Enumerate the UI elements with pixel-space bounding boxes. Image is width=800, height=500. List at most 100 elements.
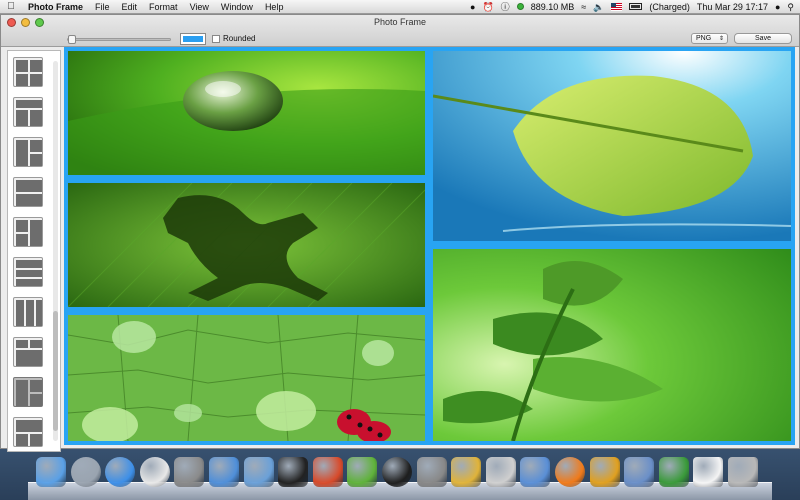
- layout-thumbnail[interactable]: [13, 297, 43, 327]
- layout-thumbnail[interactable]: [13, 377, 43, 407]
- layout-cell: [16, 194, 42, 206]
- window-title: Photo Frame: [373, 17, 427, 27]
- layout-cell: [30, 394, 42, 406]
- flash-icon[interactable]: [312, 457, 343, 487]
- waterdrop-leaf-photo[interactable]: [68, 51, 425, 175]
- layout-cell: [16, 340, 28, 348]
- calculator-icon[interactable]: [485, 457, 516, 487]
- wet-leaf-ladybugs-photo[interactable]: [68, 315, 425, 441]
- menu-format[interactable]: Format: [143, 2, 184, 12]
- layout-cell: [36, 300, 42, 326]
- preview-icon[interactable]: [520, 457, 551, 487]
- layout-cell: [16, 74, 28, 86]
- app-menu[interactable]: Photo Frame: [22, 2, 89, 12]
- format-value: PNG: [696, 35, 712, 42]
- firefox-icon[interactable]: [555, 457, 585, 487]
- system-preferences-icon[interactable]: [174, 457, 205, 487]
- waterdrop-leaf-image: [68, 51, 425, 175]
- menu-window[interactable]: Window: [215, 2, 259, 12]
- frame-color-well[interactable]: [180, 33, 206, 45]
- trash-icon[interactable]: [728, 457, 758, 487]
- layout-cell: [16, 270, 42, 277]
- stocks-icon[interactable]: [416, 457, 447, 487]
- xcode-instruments-icon[interactable]: [243, 457, 274, 487]
- input-source-flag-icon[interactable]: [611, 2, 623, 11]
- layout-cell: [16, 380, 28, 406]
- floating-leaf-water-image: [433, 51, 791, 241]
- frog-silhouette-image: [68, 183, 425, 307]
- menu-help[interactable]: Help: [259, 2, 290, 12]
- timer-icon[interactable]: ⏰: [482, 2, 493, 12]
- battery-status[interactable]: (Charged): [649, 2, 690, 12]
- layout-cell: [30, 140, 42, 152]
- layout-cell: [26, 300, 34, 326]
- slider-knob[interactable]: [68, 35, 76, 44]
- chrome-icon[interactable]: [139, 457, 170, 487]
- battery-icon[interactable]: [629, 3, 643, 10]
- menu-edit[interactable]: Edit: [116, 2, 144, 12]
- finder-icon[interactable]: [36, 457, 66, 487]
- info-icon[interactable]: ⓘ: [501, 2, 510, 12]
- layout-thumbnail[interactable]: [13, 97, 43, 127]
- layout-thumbnail[interactable]: [13, 257, 43, 287]
- layout-thumbnail[interactable]: [13, 337, 43, 367]
- dock: [28, 451, 772, 500]
- launchpad-icon[interactable]: [70, 457, 101, 487]
- border-width-slider[interactable]: [67, 35, 171, 44]
- layout-cell: [30, 154, 42, 166]
- wunderlist-icon[interactable]: [451, 457, 482, 487]
- spotlight-search-icon[interactable]: ⚲: [787, 2, 794, 12]
- layout-cell: [30, 380, 42, 392]
- apple-icon[interactable]: : [0, 1, 22, 12]
- layout-thumbnail[interactable]: [13, 177, 43, 207]
- menu-extra-icon[interactable]: ●: [470, 2, 475, 12]
- layout-cell: [16, 140, 28, 166]
- memory-readout[interactable]: 889.10 MB: [531, 2, 575, 12]
- green-plant-image: [433, 249, 791, 441]
- layout-thumbnail[interactable]: [13, 417, 43, 447]
- rounded-checkbox[interactable]: [212, 35, 220, 43]
- layout-cell: [16, 234, 28, 246]
- layout-thumbnail[interactable]: [13, 57, 43, 87]
- xcode-icon[interactable]: [209, 457, 239, 487]
- layout-cell: [30, 340, 42, 348]
- layout-thumbnail[interactable]: [13, 137, 43, 167]
- layout-cell: [16, 279, 42, 286]
- format-select[interactable]: PNG ⇕: [691, 33, 728, 44]
- wet-leaf-ladybugs-image: [68, 315, 425, 441]
- sidebar-scrollbar[interactable]: [53, 61, 58, 441]
- frame-color-swatch: [183, 36, 203, 42]
- mosaic-icon[interactable]: [589, 457, 620, 487]
- layout-cell: [16, 300, 24, 326]
- menu-file[interactable]: File: [89, 2, 116, 12]
- status-area: ● ⏰ ⓘ 889.10 MB ≈ 🔈 (Charged) Thu Mar 29…: [470, 2, 800, 12]
- floating-leaf-water-photo[interactable]: [433, 51, 791, 241]
- save-button[interactable]: Save: [734, 33, 792, 44]
- screen:  Photo Frame File Edit Format View Wind…: [0, 0, 800, 500]
- wifi-icon[interactable]: ≈: [581, 2, 586, 12]
- clock[interactable]: Thu Mar 29 17:17: [697, 2, 768, 12]
- evernote-icon[interactable]: [347, 457, 378, 487]
- menu-bar:  Photo Frame File Edit Format View Wind…: [0, 0, 800, 14]
- photo-gallery-icon[interactable]: [624, 457, 655, 487]
- layout-thumbnail[interactable]: [13, 217, 43, 247]
- layout-cell: [30, 60, 42, 72]
- layout-cell: [30, 434, 42, 446]
- rounded-label: Rounded: [223, 34, 256, 43]
- collage-canvas[interactable]: [64, 47, 795, 445]
- documents-icon[interactable]: [693, 457, 724, 487]
- wrench-icon[interactable]: [658, 457, 689, 487]
- menu-view[interactable]: View: [184, 2, 215, 12]
- scrollbar-thumb[interactable]: [53, 311, 58, 431]
- layout-cell: [30, 74, 42, 86]
- title-bar[interactable]: Photo Frame Rounded PNG ⇕ Save: [1, 15, 799, 47]
- frog-silhouette-photo[interactable]: [68, 183, 425, 307]
- green-plant-photo[interactable]: [433, 249, 791, 441]
- layout-cell: [30, 110, 42, 126]
- terminal-icon[interactable]: [278, 457, 309, 487]
- app-store-icon[interactable]: [105, 457, 136, 487]
- toolbar: Rounded PNG ⇕ Save: [1, 31, 799, 47]
- sound-studio-icon[interactable]: [382, 457, 412, 487]
- volume-icon[interactable]: 🔈: [593, 2, 604, 12]
- user-icon[interactable]: ●: [775, 2, 780, 12]
